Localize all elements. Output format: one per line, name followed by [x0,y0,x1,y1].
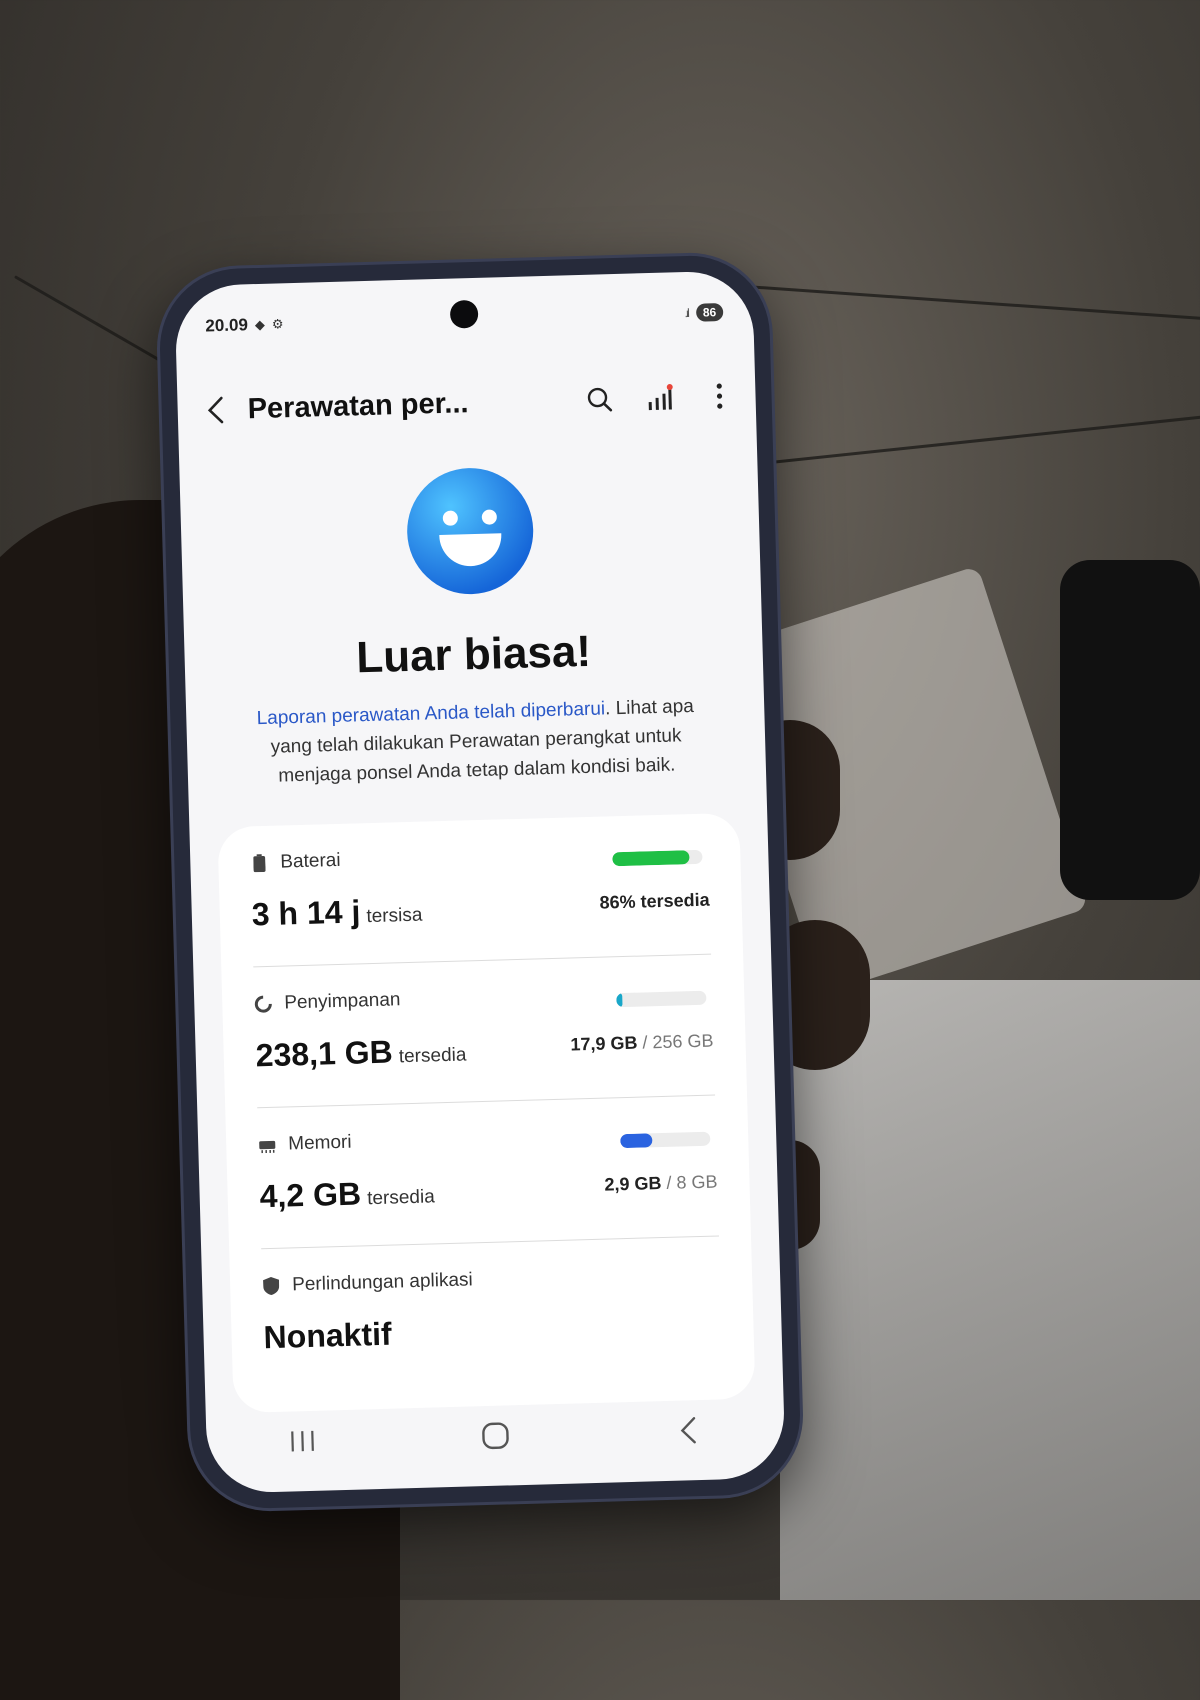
status-time: 20.09 [205,315,249,336]
smiley-face-icon [405,466,535,596]
memory-free-unit: tersedia [366,1186,436,1210]
storage-free-value: 238,1 GB [255,1033,394,1074]
chevron-left-icon [207,396,224,424]
background-cloth [780,980,1200,1600]
recents-button[interactable] [262,1415,343,1467]
memory-level-bar [620,1131,711,1149]
storage-used: 17,9 GB [570,1032,638,1055]
background-cable [721,413,1200,470]
memory-free-value: 4,2 GB [259,1175,362,1215]
phone: 20.09 ◆ ⚙ .ıl 86 Perawatan per... Luar b… [157,253,803,1511]
smiley-eye [442,510,459,526]
recents-icon [291,1430,315,1452]
phone-screen: 20.09 ◆ ⚙ .ıl 86 Perawatan per... Luar b… [174,270,786,1494]
device-care-card: Baterai 3 h 14 j tersisa 86% tersedia Pen… [217,812,756,1414]
storage-label: Penyimpanan [284,989,401,1014]
battery-row[interactable]: Baterai 3 h 14 j tersisa 86% tersedia [249,813,712,968]
storage-free-unit: tersedia [398,1044,467,1068]
stats-icon [648,384,673,411]
background-cable [700,281,1200,322]
search-button[interactable] [579,379,620,420]
storage-row[interactable]: Penyimpanan 238,1 GB tersedia 17,9 GB / 2… [253,954,716,1109]
storage-level-bar [616,990,707,1008]
status-bar: 20.09 ◆ ⚙ .ıl 86 [205,297,724,341]
pie-chart-icon [254,995,273,1013]
memory-label: Memori [287,1131,352,1155]
app-protection-label: Perlindungan aplikasi [291,1269,474,1296]
background-object [1060,560,1200,900]
back-icon [680,1417,696,1444]
battery-time-unit: tersisa [366,904,423,928]
shield-status-icon: ◆ [254,316,266,333]
more-options-icon [716,383,723,409]
home-button[interactable] [455,1410,536,1462]
shield-icon [262,1276,280,1295]
signal-icon: .ıl [684,305,689,321]
battery-icon [250,854,268,873]
battery-level-bar [612,849,703,867]
stats-button[interactable] [639,377,680,418]
smiley-mouth [439,533,503,567]
battery-time-value: 3 h 14 j [251,893,361,933]
more-options-button[interactable] [699,376,740,417]
battery-label: Baterai [280,849,341,873]
storage-total: / 256 GB [642,1030,714,1053]
app-bar: Perawatan per... [193,366,740,441]
smiley-eye [481,509,498,525]
page-title: Perawatan per... [247,386,469,425]
memory-row[interactable]: Memori 4,2 GB tersedia 2,9 GB / 8 GB [257,1095,719,1250]
battery-level-fill [612,850,690,867]
search-icon [587,387,613,412]
memory-level-fill [620,1133,653,1149]
app-protection-value: Nonaktif [263,1315,393,1356]
memory-used: 2,9 GB [604,1173,662,1195]
memory-total: / 8 GB [666,1171,718,1193]
status-headline: Luar biasa! [355,626,592,683]
app-protection-row[interactable]: Perlindungan aplikasi Nonaktif [261,1236,723,1389]
memory-chip-icon [258,1136,276,1154]
gear-status-icon: ⚙ [271,316,284,332]
report-updated-link[interactable]: Laporan perawatan Anda telah diperbarui [256,698,605,729]
home-icon [482,1422,509,1450]
storage-level-fill [616,993,623,1008]
battery-available: 86% tersedia [599,889,710,913]
status-description: Laporan perawatan Anda telah diperbarui.… [255,692,697,791]
back-button[interactable] [193,388,238,433]
status-hero: Luar biasa! Laporan perawatan Anda telah… [180,460,767,793]
nav-back-button[interactable] [647,1404,728,1456]
battery-indicator: 86 [695,302,724,322]
